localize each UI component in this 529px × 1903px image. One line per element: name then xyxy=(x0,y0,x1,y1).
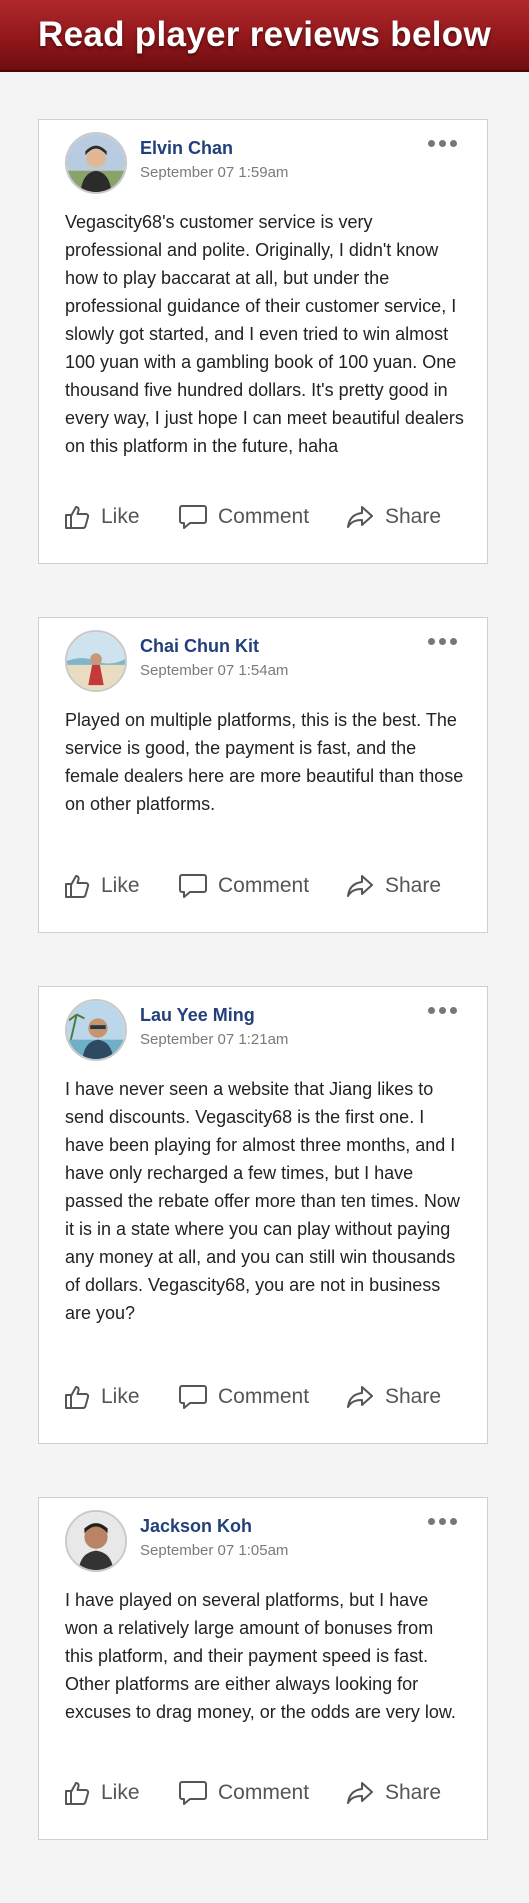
avatar[interactable] xyxy=(65,630,127,692)
comment-icon xyxy=(179,874,207,898)
share-icon xyxy=(347,506,373,528)
like-button[interactable]: Like xyxy=(63,1779,140,1807)
review-timestamp: September 07 1:59am xyxy=(140,164,289,181)
share-label: Share xyxy=(385,1781,442,1804)
like-button[interactable]: Like xyxy=(63,503,140,531)
review-timestamp: September 07 1:54am xyxy=(140,662,289,679)
share-icon xyxy=(347,1386,373,1408)
thumbs-up-icon xyxy=(65,875,90,898)
share-button[interactable]: Share xyxy=(345,1779,441,1807)
share-label: Share xyxy=(385,1385,442,1408)
avatar[interactable] xyxy=(65,999,127,1061)
comment-icon xyxy=(179,1781,207,1805)
review-card: Lau Yee Ming September 07 1:21am I have … xyxy=(38,986,488,1444)
comment-icon xyxy=(179,1385,207,1409)
comment-label: Comment xyxy=(218,874,310,897)
like-button[interactable]: Like xyxy=(63,872,140,900)
like-label: Like xyxy=(101,1781,140,1804)
more-options-icon[interactable] xyxy=(428,140,457,147)
action-bar: Like Comment Share xyxy=(63,1779,463,1811)
comment-label: Comment xyxy=(218,1385,310,1408)
comment-button[interactable]: Comment xyxy=(178,1779,309,1807)
like-label: Like xyxy=(101,1385,140,1408)
more-options-icon[interactable] xyxy=(428,1007,457,1014)
share-button[interactable]: Share xyxy=(345,872,441,900)
comment-button[interactable]: Comment xyxy=(178,503,309,531)
review-timestamp: September 07 1:21am xyxy=(140,1031,289,1048)
like-button[interactable]: Like xyxy=(63,1383,140,1411)
page-header: Read player reviews below xyxy=(0,0,529,72)
like-label: Like xyxy=(101,505,140,528)
review-card: Chai Chun Kit September 07 1:54am Played… xyxy=(38,617,488,933)
review-timestamp: September 07 1:05am xyxy=(140,1542,289,1559)
share-icon xyxy=(347,875,373,897)
thumbs-up-icon xyxy=(65,506,90,529)
review-text: Played on multiple platforms, this is th… xyxy=(65,710,464,814)
avatar[interactable] xyxy=(65,1510,127,1572)
thumbs-up-icon xyxy=(65,1782,90,1805)
review-text: I have played on several platforms, but … xyxy=(65,1590,456,1722)
more-options-icon[interactable] xyxy=(428,1518,457,1525)
reviewer-name[interactable]: Lau Yee Ming xyxy=(140,1005,255,1026)
like-label: Like xyxy=(101,874,140,897)
avatar[interactable] xyxy=(65,132,127,194)
reviewer-name[interactable]: Elvin Chan xyxy=(140,138,233,159)
more-options-icon[interactable] xyxy=(428,638,457,645)
action-bar: Like Comment Share xyxy=(63,503,463,535)
review-text: I have never seen a website that Jiang l… xyxy=(65,1079,460,1323)
review-card: Elvin Chan September 07 1:59am Vegascity… xyxy=(38,119,488,564)
reviewer-name[interactable]: Chai Chun Kit xyxy=(140,636,259,657)
page-title: Read player reviews below xyxy=(38,15,491,54)
comment-label: Comment xyxy=(218,505,310,528)
share-button[interactable]: Share xyxy=(345,1383,441,1411)
action-bar: Like Comment Share xyxy=(63,872,463,904)
comment-icon xyxy=(179,505,207,529)
reviewer-name[interactable]: Jackson Koh xyxy=(140,1516,252,1537)
comment-button[interactable]: Comment xyxy=(178,1383,309,1411)
review-text: Vegascity68's customer service is very p… xyxy=(65,212,464,456)
thumbs-up-icon xyxy=(65,1386,90,1409)
action-bar: Like Comment Share xyxy=(63,1383,463,1415)
comment-button[interactable]: Comment xyxy=(178,872,309,900)
share-icon xyxy=(347,1782,373,1804)
review-card: Jackson Koh September 07 1:05am I have p… xyxy=(38,1497,488,1840)
share-label: Share xyxy=(385,505,442,528)
comment-label: Comment xyxy=(218,1781,310,1804)
share-label: Share xyxy=(385,874,442,897)
share-button[interactable]: Share xyxy=(345,503,441,531)
